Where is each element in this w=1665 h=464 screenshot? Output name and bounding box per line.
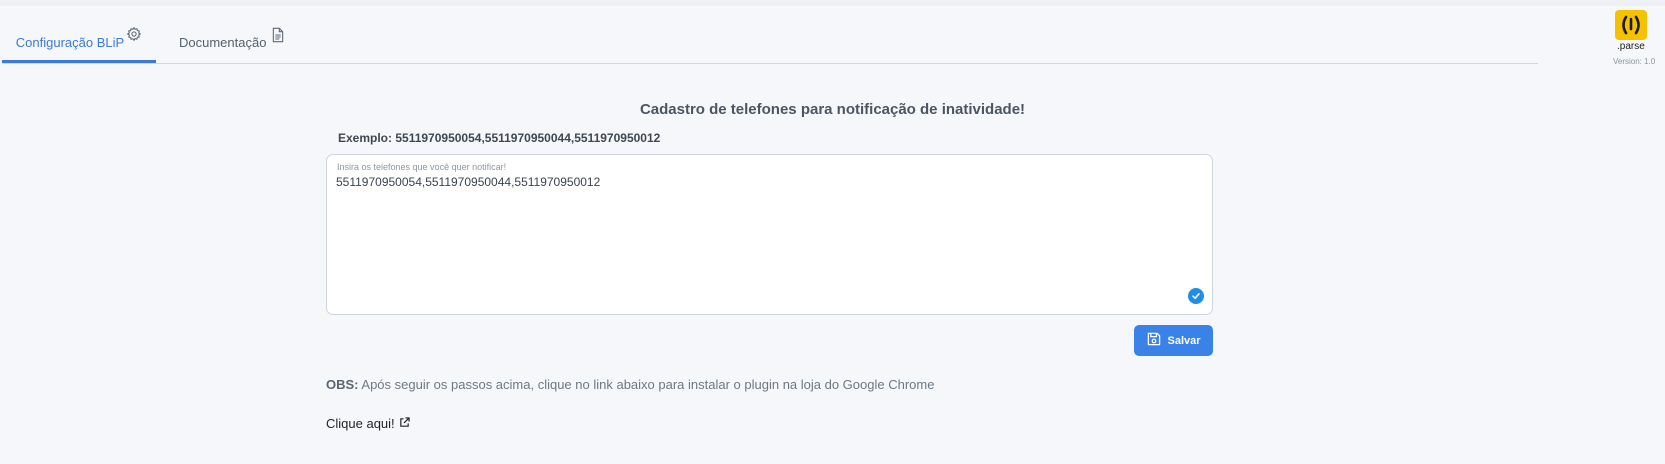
- obs-text: Após seguir os passos acima, clique no l…: [358, 377, 935, 392]
- example-text: Exemplo: 5511970950054,5511970950044,551…: [338, 131, 661, 145]
- top-bar: [0, 0, 1665, 6]
- obs-prefix: OBS:: [326, 377, 359, 392]
- parse-logo-icon: [1615, 10, 1647, 40]
- tab-label: Configuração BLiP: [15, 35, 125, 50]
- obs-note: OBS: Após seguir os passos acima, clique…: [326, 377, 934, 392]
- document-icon: [271, 27, 285, 46]
- save-button[interactable]: Salvar: [1134, 325, 1213, 356]
- save-button-label: Salvar: [1167, 334, 1201, 347]
- link-label: Clique aqui!: [326, 416, 395, 431]
- tab-label: Documentação: [179, 35, 267, 50]
- gear-icon: [126, 26, 142, 45]
- tab-configuracao-blip[interactable]: Configuração BLiP: [2, 20, 156, 63]
- tab-bar: Configuração BLiP Documentação: [2, 20, 1538, 64]
- tab-documentacao[interactable]: Documentação: [179, 20, 285, 62]
- phones-input[interactable]: 5511970950054,5511970950044,551197095001…: [336, 175, 1166, 295]
- chrome-store-link[interactable]: Clique aqui!: [326, 416, 410, 431]
- page-title: Cadastro de telefones para notificação d…: [639, 101, 1026, 118]
- phones-field: Insira os telefones que você quer notifi…: [326, 154, 1213, 315]
- brand-name: .parse: [1617, 41, 1645, 52]
- external-link-icon: [399, 416, 410, 431]
- valid-check-icon: [1188, 288, 1204, 304]
- phones-field-label: Insira os telefones que você quer notifi…: [337, 162, 507, 172]
- save-icon: [1146, 331, 1162, 350]
- version-label: Version: 1.0: [1613, 57, 1656, 66]
